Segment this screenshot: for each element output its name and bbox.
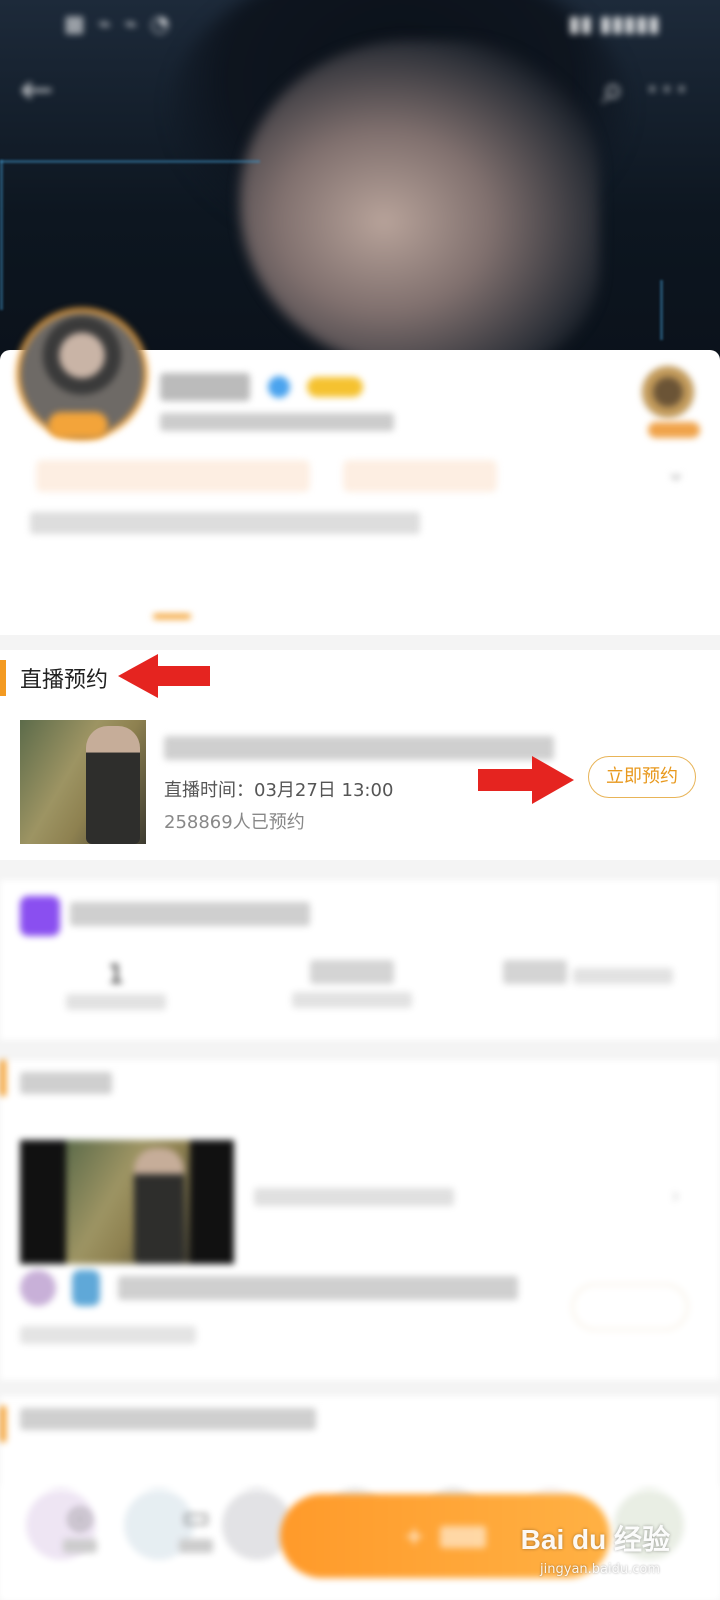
rank-stat bbox=[488, 960, 688, 988]
profile-name-row bbox=[160, 368, 364, 403]
reply-text bbox=[118, 1276, 518, 1300]
reply-subtext bbox=[20, 1326, 196, 1344]
profile-stats bbox=[160, 412, 394, 436]
search-icon[interactable]: ⌕ bbox=[602, 62, 624, 118]
watermark-url: jingyan.baidu.com bbox=[540, 1562, 660, 1577]
rank-stat bbox=[252, 960, 452, 1012]
live-section-title: 直播预约 bbox=[20, 668, 109, 693]
banner-line bbox=[0, 160, 260, 163]
red-arrow-right-icon bbox=[478, 756, 574, 804]
video-thumbnail-person bbox=[134, 1148, 184, 1264]
rank-icon bbox=[20, 896, 60, 936]
profile-card: ⌄ bbox=[0, 308, 720, 635]
profile-stats-text bbox=[160, 413, 394, 431]
video-thumbnail-image bbox=[66, 1140, 190, 1264]
rank-stat: 1 bbox=[16, 960, 216, 1014]
red-arrow-left-icon bbox=[118, 654, 210, 698]
section-accent-bar bbox=[0, 1060, 6, 1096]
profile-name bbox=[160, 372, 250, 401]
status-icons-left: ▩ ⌁ ⌁ ◔ bbox=[64, 12, 173, 37]
fan-badge-label bbox=[648, 422, 700, 438]
profile-bio-text bbox=[30, 512, 420, 534]
group-title bbox=[20, 1408, 316, 1430]
status-icons-right: ▮▮ ▮▮▮▮▮ bbox=[568, 12, 660, 37]
video-thumbnail[interactable] bbox=[20, 1140, 234, 1264]
reply-button[interactable] bbox=[572, 1284, 688, 1330]
baidu-jingyan-watermark: Bai du 经验 bbox=[520, 1524, 670, 1555]
chevron-down-icon[interactable]: ⌄ bbox=[666, 458, 686, 486]
rank-stat-value bbox=[310, 960, 394, 984]
live-thumbnail-person bbox=[86, 726, 140, 844]
reserve-now-button[interactable]: 立即预约 bbox=[588, 756, 696, 798]
back-arrow-icon[interactable]: ← bbox=[20, 62, 54, 118]
follow-button-label: + bbox=[404, 1522, 425, 1550]
status-bar: ▩ ⌁ ⌁ ◔ ▮▮ ▮▮▮▮▮ bbox=[0, 8, 720, 48]
follow-button-text bbox=[439, 1526, 486, 1548]
video-meta bbox=[254, 1188, 454, 1206]
profile-banner: ▩ ⌁ ⌁ ◔ ▮▮ ▮▮▮▮▮ ← ⌕ ··· bbox=[0, 0, 720, 360]
profile-bio bbox=[30, 512, 420, 540]
section-accent-bar bbox=[0, 660, 6, 696]
chat-icon: ▭ bbox=[181, 1500, 211, 1535]
rank-stat-label bbox=[572, 968, 673, 984]
verified-icon bbox=[267, 375, 290, 398]
live-reservation-count: 258869人已预约 bbox=[164, 812, 305, 833]
live-thumbnail[interactable] bbox=[20, 720, 146, 844]
latest-video-card: › bbox=[0, 1060, 720, 1380]
avatar-badge bbox=[48, 412, 108, 438]
profile-tabs bbox=[0, 572, 720, 622]
rank-stat-value: 1 bbox=[107, 960, 125, 990]
more-icon[interactable]: ··· bbox=[646, 62, 690, 118]
fans-rank-card[interactable]: 1 bbox=[0, 880, 720, 1040]
avatar bbox=[72, 1270, 100, 1306]
tag-item[interactable] bbox=[343, 460, 498, 492]
chevron-right-icon[interactable]: › bbox=[671, 1184, 680, 1209]
fan-badge-icon[interactable] bbox=[642, 366, 694, 418]
video-section-title bbox=[20, 1072, 112, 1094]
rank-title bbox=[70, 902, 310, 926]
bottom-item-message[interactable]: ◎ bbox=[40, 1498, 120, 1557]
bottom-item-chat[interactable]: ▭ bbox=[156, 1498, 236, 1557]
top-nav: ← ⌕ ··· bbox=[0, 62, 720, 118]
section-accent-bar bbox=[0, 1406, 6, 1442]
tab-indicator bbox=[153, 614, 191, 619]
live-time: 直播时间：03月27日 13:00 bbox=[164, 780, 394, 801]
banner-line bbox=[0, 160, 3, 310]
banner-line bbox=[660, 280, 663, 340]
rank-stat-value bbox=[503, 960, 568, 984]
vip-badge bbox=[307, 376, 364, 397]
rank-stat-label bbox=[66, 994, 166, 1010]
live-reservation-card: 直播预约 直播时间：03月27日 13:00 258869人已预约 立即预约 bbox=[0, 650, 720, 860]
tag-row bbox=[36, 460, 525, 496]
avatar bbox=[20, 1270, 56, 1306]
bottom-item-label bbox=[63, 1539, 97, 1553]
tag-item[interactable] bbox=[36, 460, 310, 492]
rank-stat-label bbox=[292, 992, 412, 1008]
bottom-item-label bbox=[179, 1539, 213, 1553]
message-icon: ◎ bbox=[66, 1500, 94, 1535]
